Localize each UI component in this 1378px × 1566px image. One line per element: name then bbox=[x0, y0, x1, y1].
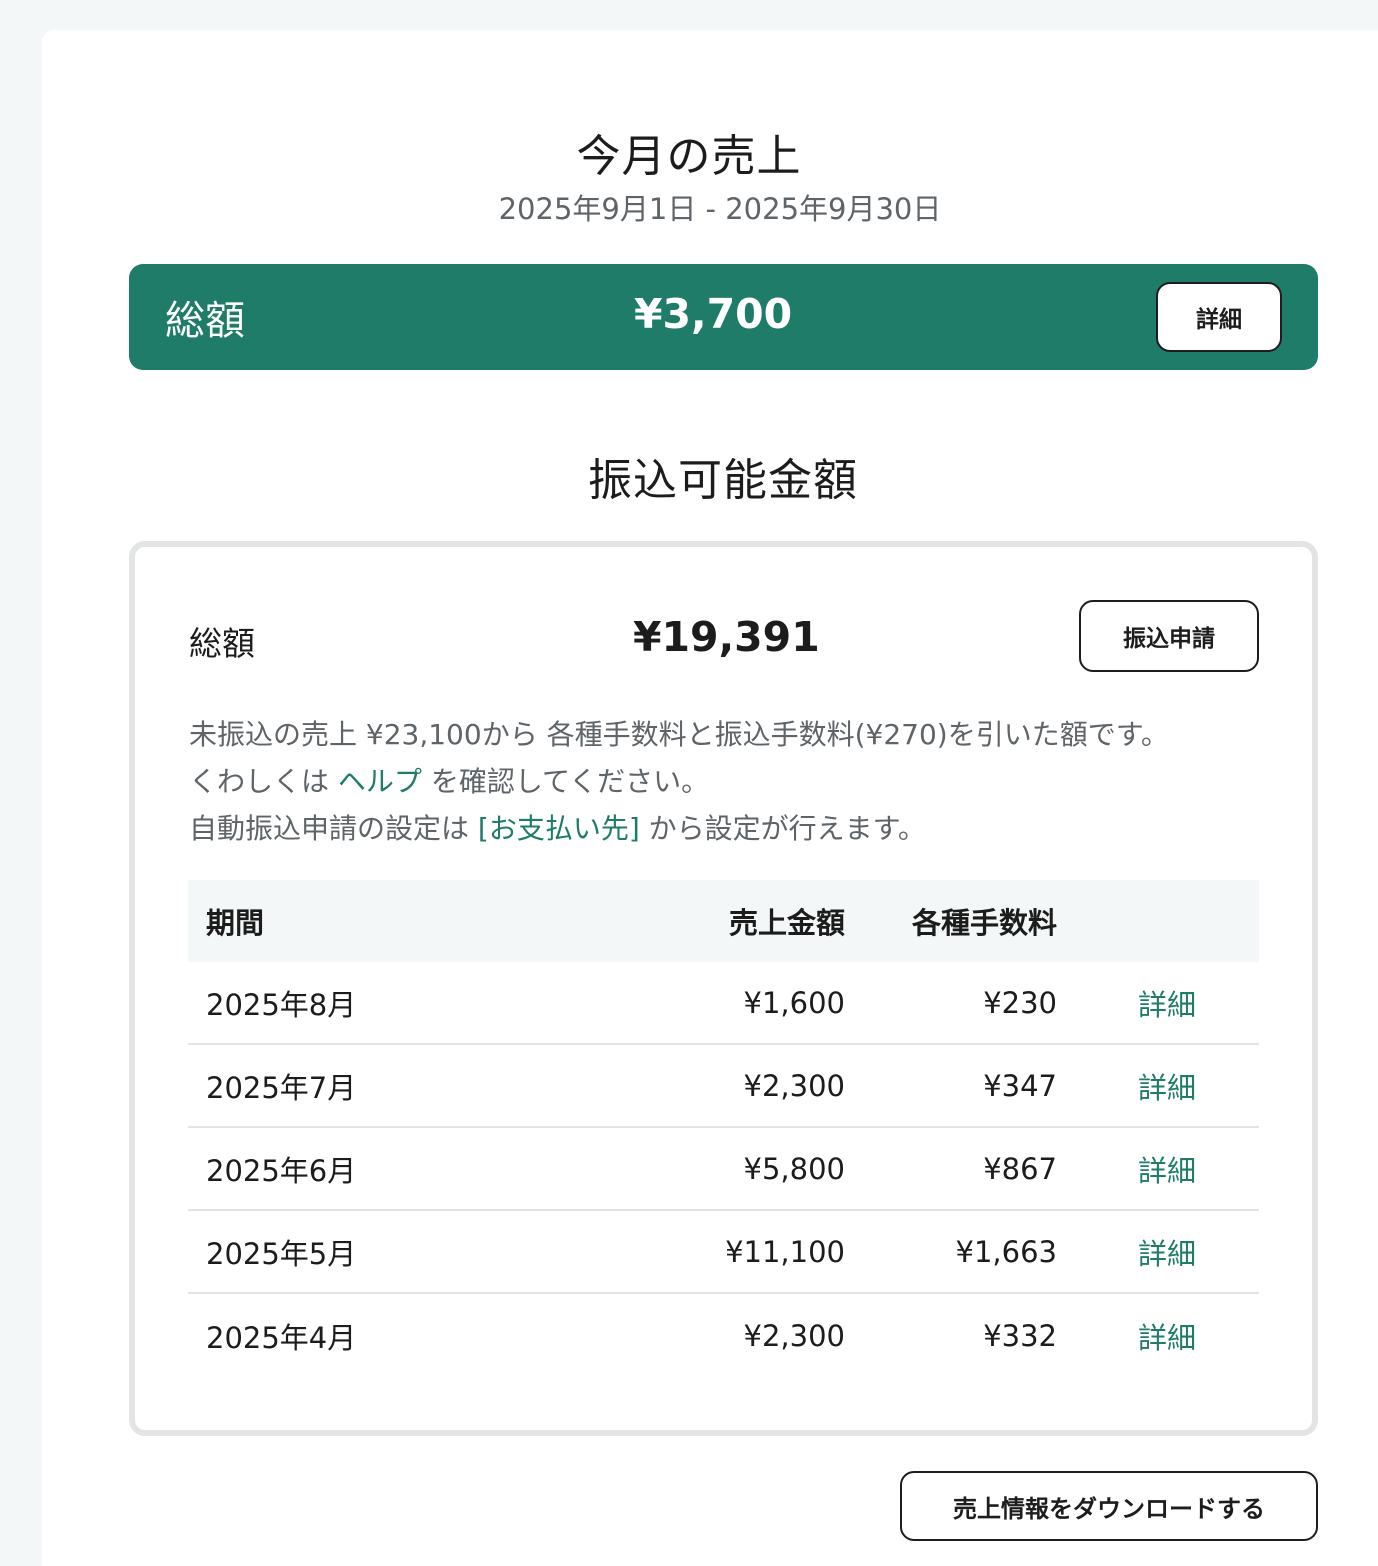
transfer-apply-button[interactable]: 振込申請 bbox=[1079, 600, 1259, 672]
row-fee: ¥1,663 bbox=[955, 1234, 1057, 1269]
transferable-card: 総額 ¥19,391 振込申請 未振込の売上 ¥23,100から 各種手数料と振… bbox=[129, 541, 1318, 1436]
row-period: 2025年6月 bbox=[206, 1153, 357, 1188]
row-period: 2025年8月 bbox=[206, 987, 357, 1022]
table-row: 2025年8月 ¥1,600 ¥230 詳細 bbox=[188, 962, 1259, 1045]
desc-line-2: くわしくは ヘルプ を確認してください。 bbox=[189, 758, 1169, 805]
help-link[interactable]: ヘルプ bbox=[338, 765, 422, 798]
desc-line-3-pre: 自動振込申請の設定は bbox=[189, 812, 478, 845]
table-row: 2025年7月 ¥2,300 ¥347 詳細 bbox=[188, 1045, 1259, 1128]
row-fee: ¥332 bbox=[983, 1318, 1057, 1353]
month-total-bar: 総額 ¥3,700 詳細 bbox=[129, 264, 1318, 370]
sales-table: 期間 売上金額 各種手数料 2025年8月 ¥1,600 ¥230 詳細 202… bbox=[188, 880, 1259, 1377]
row-period: 2025年5月 bbox=[206, 1236, 357, 1271]
table-row: 2025年5月 ¥11,100 ¥1,663 詳細 bbox=[188, 1211, 1259, 1294]
month-total-label: 総額 bbox=[165, 298, 245, 344]
row-period: 2025年7月 bbox=[206, 1070, 357, 1105]
row-detail-link[interactable]: 詳細 bbox=[1138, 1231, 1196, 1273]
row-fee: ¥230 bbox=[983, 985, 1057, 1020]
table-row: 2025年6月 ¥5,800 ¥867 詳細 bbox=[188, 1128, 1259, 1211]
transferable-total-label: 総額 bbox=[189, 624, 255, 663]
row-sales: ¥5,800 bbox=[743, 1151, 845, 1186]
month-total-amount: ¥3,700 bbox=[634, 290, 793, 338]
row-fee: ¥347 bbox=[983, 1068, 1057, 1103]
desc-line-1: 未振込の売上 ¥23,100から 各種手数料と振込手数料(¥270)を引いた額で… bbox=[189, 718, 1169, 751]
month-detail-button[interactable]: 詳細 bbox=[1156, 282, 1282, 352]
transferable-total-amount: ¥19,391 bbox=[633, 613, 820, 661]
transferable-description: 未振込の売上 ¥23,100から 各種手数料と振込手数料(¥270)を引いた額で… bbox=[189, 711, 1169, 852]
desc-line-2-pre: くわしくは bbox=[189, 765, 338, 798]
month-sales-range: 2025年9月1日 - 2025年9月30日 bbox=[498, 192, 942, 226]
row-sales: ¥11,100 bbox=[725, 1234, 845, 1269]
row-sales: ¥2,300 bbox=[743, 1318, 845, 1353]
row-sales: ¥2,300 bbox=[743, 1068, 845, 1103]
desc-line-3-post: から設定が行えます。 bbox=[639, 812, 926, 845]
header-sales: 売上金額 bbox=[728, 906, 845, 940]
row-sales: ¥1,600 bbox=[743, 985, 845, 1020]
transferable-title: 振込可能金額 bbox=[588, 455, 858, 506]
row-period: 2025年4月 bbox=[206, 1320, 357, 1355]
row-detail-link[interactable]: 詳細 bbox=[1138, 1065, 1196, 1107]
table-header: 期間 売上金額 各種手数料 bbox=[188, 880, 1259, 962]
row-detail-link[interactable]: 詳細 bbox=[1138, 982, 1196, 1024]
download-sales-button[interactable]: 売上情報をダウンロードする bbox=[900, 1471, 1318, 1541]
table-row: 2025年4月 ¥2,300 ¥332 詳細 bbox=[188, 1294, 1259, 1377]
month-sales-title: 今月の売上 bbox=[576, 131, 802, 182]
header-period: 期間 bbox=[206, 906, 265, 940]
payment-destination-link[interactable]: [お支払い先] bbox=[478, 812, 640, 845]
row-fee: ¥867 bbox=[983, 1151, 1057, 1186]
desc-line-3: 自動振込申請の設定は [お支払い先] から設定が行えます。 bbox=[189, 805, 1169, 852]
header-fee: 各種手数料 bbox=[911, 906, 1057, 940]
row-detail-link[interactable]: 詳細 bbox=[1138, 1148, 1196, 1190]
row-detail-link[interactable]: 詳細 bbox=[1138, 1315, 1196, 1357]
desc-line-2-post: を確認してください。 bbox=[421, 765, 710, 798]
